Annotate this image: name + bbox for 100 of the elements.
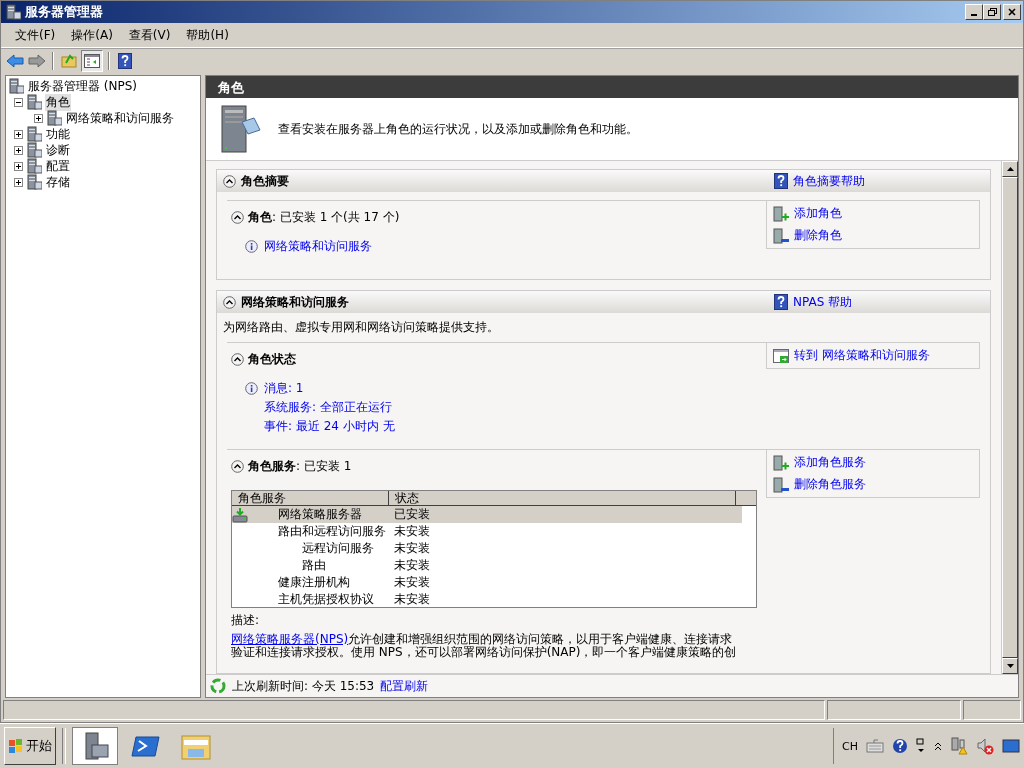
server-remove-icon — [773, 227, 789, 244]
help-icon — [774, 294, 788, 310]
expand-icon[interactable] — [14, 177, 23, 187]
action-link[interactable]: 添加角色 — [794, 205, 842, 222]
start-button[interactable]: 开始 — [4, 727, 56, 766]
collapse-icon[interactable] — [14, 97, 23, 107]
network-warning-icon[interactable] — [950, 737, 968, 756]
subsection-title: 角色: 已安装 1 个(共 17 个) — [248, 209, 400, 226]
table-cell-text: 未安装 — [393, 540, 430, 557]
expand-icon[interactable] — [14, 161, 23, 171]
speaker-muted-icon[interactable] — [976, 737, 994, 756]
server-add-icon — [773, 454, 789, 471]
collapse-icon[interactable] — [223, 295, 236, 309]
back-arrow-icon — [6, 54, 24, 68]
expand-icon[interactable] — [34, 113, 43, 123]
tree-item[interactable]: 诊断 — [45, 141, 71, 159]
language-indicator[interactable]: CH — [842, 739, 858, 753]
help-link[interactable]: 角色摘要帮助 — [793, 172, 865, 190]
status-link[interactable]: 事件: 最近 24 小时内 无 — [264, 418, 395, 435]
server-icon — [26, 126, 42, 142]
info-icon — [245, 240, 258, 253]
table-cell-text: 远程访问服务 — [301, 540, 374, 557]
server-manager-icon — [5, 4, 21, 20]
menu-item[interactable]: 文件(F) — [7, 24, 64, 46]
server-icon — [46, 110, 62, 126]
back-button[interactable] — [5, 51, 25, 71]
tree-item[interactable]: 存储 — [45, 173, 71, 191]
scroll-up-icon — [1006, 167, 1014, 171]
options-icon[interactable] — [916, 738, 926, 755]
table-cell-text: 路由 — [301, 557, 326, 574]
tree-item[interactable]: 功能 — [45, 125, 71, 143]
windows-logo-icon — [8, 738, 24, 755]
help-icon — [774, 173, 788, 189]
description-link[interactable]: 网络策略服务器(NPS) — [231, 632, 349, 646]
menu-item[interactable]: 帮助(H) — [178, 24, 237, 46]
action-link[interactable]: 删除角色 — [794, 227, 842, 244]
menu-item[interactable]: 操作(A) — [63, 24, 121, 46]
table-cell-text: 未安装 — [393, 574, 430, 591]
minimize-button[interactable] — [965, 4, 983, 20]
subsection-title: 角色状态 — [248, 351, 296, 368]
help-icon — [118, 53, 132, 69]
action-link[interactable]: 删除角色服务 — [794, 476, 866, 493]
column-header[interactable]: 状态 — [389, 491, 736, 505]
table-row[interactable]: 路由和远程访问服务 未安装 — [232, 523, 742, 540]
section-title: 网络策略和访问服务 — [241, 293, 349, 311]
chevron-up-icon[interactable] — [934, 741, 942, 752]
description-text: 验证和连接请求授权。使用 NPS，还可以部署网络访问保护(NAP)，即一个客户端健康策略的创 — [231, 646, 738, 659]
table-cell-text: 未安装 — [393, 591, 430, 608]
collapse-icon[interactable] — [231, 353, 244, 366]
collapse-icon[interactable] — [231, 460, 244, 473]
folder-up-icon — [61, 53, 77, 69]
tree-item[interactable]: 角色 — [45, 93, 71, 111]
tree-item[interactable]: 配置 — [45, 157, 71, 175]
server-icon — [26, 174, 42, 190]
server-icon — [26, 158, 42, 174]
configure-refresh-link[interactable]: 配置刷新 — [380, 677, 429, 695]
column-header[interactable]: 角色服务 — [232, 491, 389, 505]
action-link[interactable]: 转到 网络策略和访问服务 — [794, 347, 930, 364]
help-circle-icon[interactable] — [892, 738, 908, 755]
menu-item[interactable]: 查看(V) — [120, 24, 179, 46]
collapse-icon[interactable] — [231, 211, 244, 224]
table-row[interactable]: 主机凭据授权协议 未安装 — [232, 591, 742, 608]
desktop-icon[interactable] — [1002, 738, 1020, 755]
subsection-title: 角色服务: 已安装 1 — [248, 458, 352, 475]
scrollbar[interactable] — [1001, 161, 1018, 675]
tree-item[interactable]: 网络策略和访问服务 — [65, 109, 175, 127]
tree-item[interactable]: 服务器管理器 (NPS) — [27, 77, 138, 95]
close-button[interactable] — [1003, 4, 1021, 20]
table-row[interactable]: 路由 未安装 — [232, 557, 742, 574]
server-remove-icon — [773, 476, 789, 493]
table-cell-text: 未安装 — [393, 557, 430, 574]
status-link[interactable]: 网络策略和访问服务 — [264, 238, 372, 255]
table-row[interactable]: 远程访问服务 未安装 — [232, 540, 742, 557]
expand-icon[interactable] — [14, 145, 23, 155]
expand-icon[interactable] — [14, 129, 23, 139]
status-link[interactable]: 消息: 1 — [264, 380, 304, 397]
scroll-down-icon — [1006, 664, 1014, 669]
table-row[interactable]: 健康注册机构 未安装 — [232, 574, 742, 591]
refresh-icon — [210, 678, 226, 695]
section-description: 为网络路由、虚拟专用网和网络访问策略提供支持。 — [223, 319, 500, 336]
forward-button[interactable] — [27, 51, 47, 71]
taskbar-app-button[interactable] — [72, 727, 118, 766]
table-cell: 主机凭据授权协议 — [278, 591, 374, 608]
maximize-button[interactable] — [983, 4, 1001, 20]
panel-icon — [84, 54, 100, 68]
table-row[interactable]: 网络策略服务器 已安装 — [232, 506, 742, 523]
server-icon — [26, 142, 42, 158]
action-link[interactable]: 添加角色服务 — [794, 454, 866, 471]
forward-arrow-icon — [28, 54, 46, 68]
help-button[interactable] — [115, 51, 135, 71]
help-link[interactable]: NPAS 帮助 — [793, 293, 853, 311]
table-cell-text: 未安装 — [393, 523, 430, 540]
restore-icon — [987, 8, 997, 16]
table-cell: 网络策略服务器 — [278, 506, 362, 523]
server-icon — [26, 94, 42, 110]
info-icon — [245, 382, 258, 395]
status-link[interactable]: 系统服务: 全部正在运行 — [264, 399, 392, 416]
collapse-icon[interactable] — [223, 174, 236, 188]
description-text: 允许创建和增强组织范围的网络访问策略，以用于客户端健康、连接请求 — [348, 632, 733, 646]
show-pane-button[interactable] — [81, 50, 103, 72]
